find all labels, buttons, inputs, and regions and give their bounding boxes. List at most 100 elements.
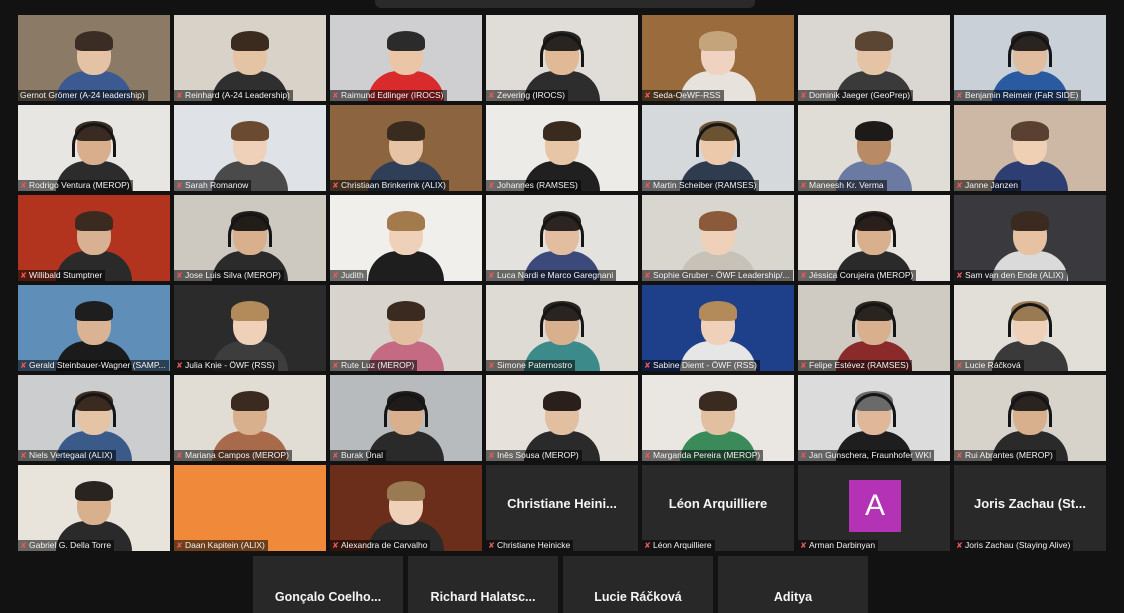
participant-tile[interactable]: ✘ Jéssica Corujeira (MEROP) [798,195,950,281]
participant-tile[interactable]: ✘ Alexandra de Carvalho [330,465,482,551]
participant-hair [1011,211,1049,231]
participant-tile[interactable]: ✘ Dominik Jaeger (GeoPrep) [798,15,950,101]
participant-name: Rui Abrantes (MEROP) [965,450,1053,460]
participant-name: Gabriel G. Della Torre [29,540,112,550]
participant-hair [75,211,113,231]
participant-name-label: ✘ Seda-OeWF-RSS [642,90,724,101]
participant-name-label: ✘ Margarida Pereira (MEROP) [642,450,764,461]
participant-display-name: Aditya [773,590,813,604]
participant-name: Sam van den Ende (ALIX) [965,270,1064,280]
participant-hair [387,481,425,501]
participant-name: Christiane Heinicke [497,540,571,550]
participant-name: Margarida Pereira (MEROP) [653,450,761,460]
participant-name: Janne Janzen [965,180,1018,190]
participant-tile[interactable]: Christiane Heini... ✘ Christiane Heinicke [486,465,638,551]
participant-tile[interactable]: Joris Zachau (St... ✘ Joris Zachau (Stayin… [954,465,1106,551]
participant-display-name: Gonçalo Coelho... [274,590,382,604]
participant-name: Daan Kapitein (ALIX) [185,540,265,550]
participant-hair [543,391,581,411]
mic-muted-icon: ✘ [644,540,651,550]
participant-name: Maneesh Kr. Verma [809,180,884,190]
participant-tile[interactable]: ✘ Raimund Edlinger (IROCS) [330,15,482,101]
participant-tile[interactable]: ✘ Sophie Gruber - ÖWF Leadership/... [642,195,794,281]
participant-tile[interactable]: ✘ Zevering (IROCS) [486,15,638,101]
mic-muted-icon: ✘ [332,90,339,100]
participant-tile[interactable]: ✘ Jan Gunschera, Fraunhofer WKI [798,375,950,461]
participant-name: Mariana Campos (MEROP) [185,450,289,460]
participant-tile[interactable]: ✘ Gerald Steinbauer-Wagner (SAMP... [18,285,170,371]
participant-display-name: Lucie Ráčková [594,590,682,604]
participant-tile[interactable]: ✘ Rodrigo Ventura (MEROP) [18,105,170,191]
participant-name-label: ✘ Sarah Romanow [174,180,252,191]
participant-tile[interactable]: Gernot Grömer (A-24 leadership) [18,15,170,101]
participant-tile[interactable]: ✘ Rute Luz (MEROP) [330,285,482,371]
participant-name: Judith [341,270,364,280]
participant-tile[interactable]: ✘ Inês Sousa (MEROP) [486,375,638,461]
mic-muted-icon: ✘ [488,540,495,550]
participant-tile[interactable]: ✘ Daan Kapitein (ALIX) [174,465,326,551]
mic-muted-icon: ✘ [332,270,339,280]
participant-tile[interactable]: ✘ Burak Ünal [330,375,482,461]
participant-display-name: Christiane Heini... [507,496,617,511]
participant-tile[interactable]: ✘ Sarah Romanow [174,105,326,191]
participant-tile[interactable]: Richard Halatsc... [408,556,558,613]
participant-tile[interactable]: ✘ Niels Vertegaal (ALIX) [18,375,170,461]
video-grid: Gernot Grömer (A-24 leadership) ✘ Reinhard… [18,15,1108,553]
participant-tile[interactable]: ✘ Johannes (RAMSES) [486,105,638,191]
participant-tile[interactable]: ✘ Janne Janzen [954,105,1106,191]
participant-name-label: ✘ Benjamin Reimeir (FaR SIDE) [954,90,1082,101]
participant-tile[interactable]: ✘ Gabriel G. Della Torre [18,465,170,551]
participant-tile[interactable]: ✘ Willibald Stumptner [18,195,170,281]
participant-tile[interactable]: ✘ Christiaan Brinkerink (ALIX) [330,105,482,191]
participant-tile[interactable]: ✘ Julia Knie - ÖWF (RSS) [174,285,326,371]
participant-tile[interactable]: Lucie Ráčková [563,556,713,613]
participant-tile[interactable]: ✘ Maneesh Kr. Verma [798,105,950,191]
mic-muted-icon: ✘ [800,90,807,100]
mic-muted-icon: ✘ [956,180,963,190]
participant-tile[interactable]: ✘ Judith [330,195,482,281]
participant-tile[interactable]: ✘ Luca Nardi e Marco Garegnani [486,195,638,281]
participant-name-label: ✘ Jan Gunschera, Fraunhofer WKI [798,450,935,461]
participant-tile[interactable]: ✘ Mariana Campos (MEROP) [174,375,326,461]
participant-hair [231,391,269,411]
participant-tile[interactable]: ✘ Seda-OeWF-RSS [642,15,794,101]
participant-tile[interactable]: ✘ Margarida Pereira (MEROP) [642,375,794,461]
participant-hair [699,301,737,321]
participant-tile[interactable]: A ✘ Arman Darbinyan [798,465,950,551]
participant-name: Julia Knie - ÖWF (RSS) [185,360,275,370]
participant-name-label: ✘ Reinhard (A-24 Leadership) [174,90,293,101]
participant-name-label: ✘ Gabriel G. Della Torre [18,540,115,551]
participant-name: Sarah Romanow [185,180,249,190]
participant-name: Burak Ünal [341,450,384,460]
participant-tile[interactable]: Gonçalo Coelho... [253,556,403,613]
participant-tile[interactable]: Léon Arquilliere ✘ Léon Arquilliere [642,465,794,551]
participant-tile[interactable]: ✘ Reinhard (A-24 Leadership) [174,15,326,101]
participant-tile[interactable]: Aditya [718,556,868,613]
participant-name: Léon Arquilliere [653,540,712,550]
mic-muted-icon: ✘ [800,180,807,190]
participant-name: Rodrigo Ventura (MEROP) [29,180,130,190]
mic-muted-icon: ✘ [956,450,963,460]
participant-tile[interactable]: ✘ Jose Luis Silva (MEROP) [174,195,326,281]
participant-name: Jose Luis Silva (MEROP) [185,270,281,280]
participant-name-label: ✘ Mariana Campos (MEROP) [174,450,292,461]
mic-muted-icon: ✘ [20,360,27,370]
participant-hair [387,31,425,51]
participant-tile[interactable]: ✘ Simone Paternostro [486,285,638,371]
participant-name: Zevering (IROCS) [497,90,566,100]
participant-name: Dominik Jaeger (GeoPrep) [809,90,911,100]
participant-name: Jan Gunschera, Fraunhofer WKI [809,450,932,460]
participant-hair [231,121,269,141]
video-grid-bottom-row: Gonçalo Coelho... Richard Halatsc... Lucie… [253,556,871,613]
participant-tile[interactable]: ✘ Martin Scheiber (RAMSES) [642,105,794,191]
participant-name: Simone Paternostro [497,360,573,370]
avatar: A [849,480,901,532]
participant-tile[interactable]: ✘ Lucie Ráčková [954,285,1106,371]
participant-name-label: ✘ Judith [330,270,367,281]
participant-tile[interactable]: ✘ Felipe Estévez (RAMSES) [798,285,950,371]
participant-tile[interactable]: ✘ Benjamin Reimeir (FaR SIDE) [954,15,1106,101]
participant-tile[interactable]: ✘ Rui Abrantes (MEROP) [954,375,1106,461]
participant-tile[interactable]: ✘ Sam van den Ende (ALIX) [954,195,1106,281]
participant-name-label: ✘ Lucie Ráčková [954,360,1024,371]
participant-tile[interactable]: ✘ Sabine Diemt - ÖWF (RSS) [642,285,794,371]
